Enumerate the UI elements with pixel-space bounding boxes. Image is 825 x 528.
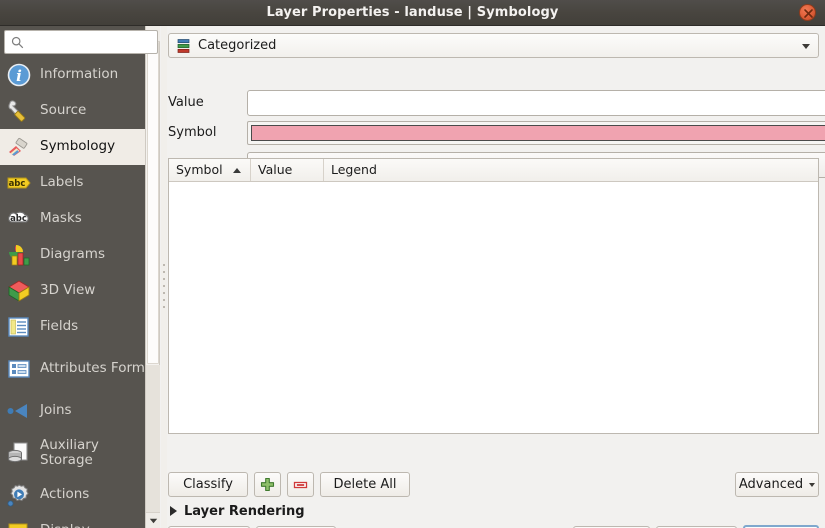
sidebar-item-attributes-form[interactable]: Attributes Form — [0, 345, 145, 393]
sidebar-item-3d-view[interactable]: 3D View — [0, 273, 145, 309]
sidebar-item-source[interactable]: Source — [0, 93, 145, 129]
column-header-value[interactable]: Value — [251, 159, 324, 181]
title-bar: Layer Properties - landuse | Symbology — [0, 0, 825, 26]
sidebar-item-label: Masks — [40, 211, 82, 226]
symbol-row-label: Symbol — [168, 120, 216, 146]
information-icon: i — [6, 62, 32, 88]
masks-abc-icon: abc — [6, 206, 32, 232]
sidebar-item-symbology[interactable]: Symbology — [0, 129, 145, 165]
scrollbar-track[interactable] — [146, 365, 160, 513]
sidebar-item-label: Joins — [40, 403, 72, 418]
column-header-label: Symbol — [176, 162, 223, 177]
column-header-symbol[interactable]: Symbol — [169, 159, 251, 181]
layer-properties-dialog: Layer Properties - landuse | Symbology i… — [0, 0, 825, 528]
categorized-icon — [176, 38, 192, 54]
search-icon — [11, 36, 24, 49]
advanced-button[interactable]: Advanced — [735, 472, 819, 497]
sidebar-item-label: Labels — [40, 175, 83, 190]
chevron-right-icon — [170, 506, 177, 516]
value-input[interactable] — [254, 94, 825, 113]
sidebar-item-masks[interactable]: abc Masks — [0, 201, 145, 237]
svg-text:abc: abc — [10, 214, 27, 224]
table-body[interactable] — [169, 182, 818, 433]
display-balloon-icon — [6, 518, 32, 528]
actions-gear-icon — [6, 482, 32, 508]
source-wrench-icon — [6, 98, 32, 124]
renderer-type-label: Categorized — [198, 38, 276, 53]
classify-button[interactable]: Classify — [168, 472, 248, 497]
delete-all-button[interactable]: Delete All — [320, 472, 410, 497]
add-icon — [260, 477, 275, 492]
close-icon[interactable] — [799, 4, 816, 21]
renderer-type-combo[interactable]: Categorized — [168, 33, 819, 58]
sidebar-item-label: Source — [40, 103, 86, 118]
advanced-label: Advanced — [739, 477, 803, 492]
value-field[interactable] — [247, 90, 825, 116]
scroll-down-arrow-icon[interactable] — [146, 512, 160, 528]
sidebar-item-label: Information — [40, 67, 118, 82]
auxiliary-storage-icon — [6, 440, 32, 466]
remove-icon — [293, 479, 308, 491]
sidebar-item-label: Actions — [40, 487, 89, 502]
diagrams-chart-icon — [6, 242, 32, 268]
column-header-label: Value — [258, 162, 292, 177]
attributes-form-icon — [6, 356, 32, 382]
symbol-color-swatch — [251, 125, 825, 141]
splitter-grip-dots — [163, 264, 165, 314]
sidebar: i Information Source — [0, 26, 145, 528]
panel-splitter[interactable] — [161, 26, 167, 528]
joins-icon — [6, 398, 32, 424]
sidebar-item-labels[interactable]: abc Labels — [0, 165, 145, 201]
close-x-glyph — [803, 8, 814, 19]
symbology-brush-icon — [6, 134, 32, 160]
sidebar-item-information[interactable]: i Information — [0, 57, 145, 93]
sidebar-item-label: Fields — [40, 319, 78, 334]
sidebar-nav-list: i Information Source — [0, 57, 145, 528]
sidebar-scrollbar[interactable] — [145, 26, 160, 528]
sidebar-item-label: Diagrams — [40, 247, 105, 262]
layer-rendering-section-toggle[interactable]: Layer Rendering — [170, 502, 305, 520]
sidebar-item-label: Attributes Form — [40, 361, 145, 376]
3d-view-cube-icon — [6, 278, 32, 304]
add-category-button[interactable] — [254, 472, 281, 497]
sidebar-item-label: Symbology — [40, 139, 115, 154]
fields-table-icon — [6, 314, 32, 340]
svg-text:i: i — [16, 67, 22, 85]
column-header-label: Legend — [331, 162, 377, 177]
symbology-panel: Categorized Value ε Symbol Color ramp Ra… — [162, 26, 825, 528]
table-header-row: Symbol Value Legend — [169, 159, 818, 182]
svg-text:abc: abc — [9, 179, 26, 189]
categories-table: Symbol Value Legend — [168, 158, 819, 434]
sidebar-item-label: Auxiliary Storage — [40, 438, 145, 468]
sidebar-item-diagrams[interactable]: Diagrams — [0, 237, 145, 273]
window-title: Layer Properties - landuse | Symbology — [0, 0, 825, 25]
sidebar-item-display[interactable]: Display — [0, 513, 145, 528]
labels-abc-icon: abc — [6, 170, 32, 196]
layer-rendering-label: Layer Rendering — [184, 504, 305, 519]
search-box[interactable] — [4, 30, 158, 54]
sidebar-item-actions[interactable]: Actions — [0, 477, 145, 513]
sidebar-item-auxiliary-storage[interactable]: Auxiliary Storage — [0, 429, 145, 477]
chevron-down-icon — [802, 44, 810, 49]
search-input[interactable] — [29, 33, 157, 53]
sidebar-item-joins[interactable]: Joins — [0, 393, 145, 429]
sidebar-item-label: 3D View — [40, 283, 95, 298]
sidebar-item-label: Display — [40, 523, 90, 528]
remove-category-button[interactable] — [287, 472, 314, 497]
symbol-selector-button[interactable] — [247, 121, 825, 145]
sort-ascending-icon — [233, 168, 241, 173]
column-header-legend[interactable]: Legend — [324, 159, 818, 181]
scrollbar-thumb[interactable] — [147, 42, 159, 364]
value-row-label: Value — [168, 90, 204, 116]
sidebar-item-fields[interactable]: Fields — [0, 309, 145, 345]
chevron-down-icon — [809, 483, 815, 487]
